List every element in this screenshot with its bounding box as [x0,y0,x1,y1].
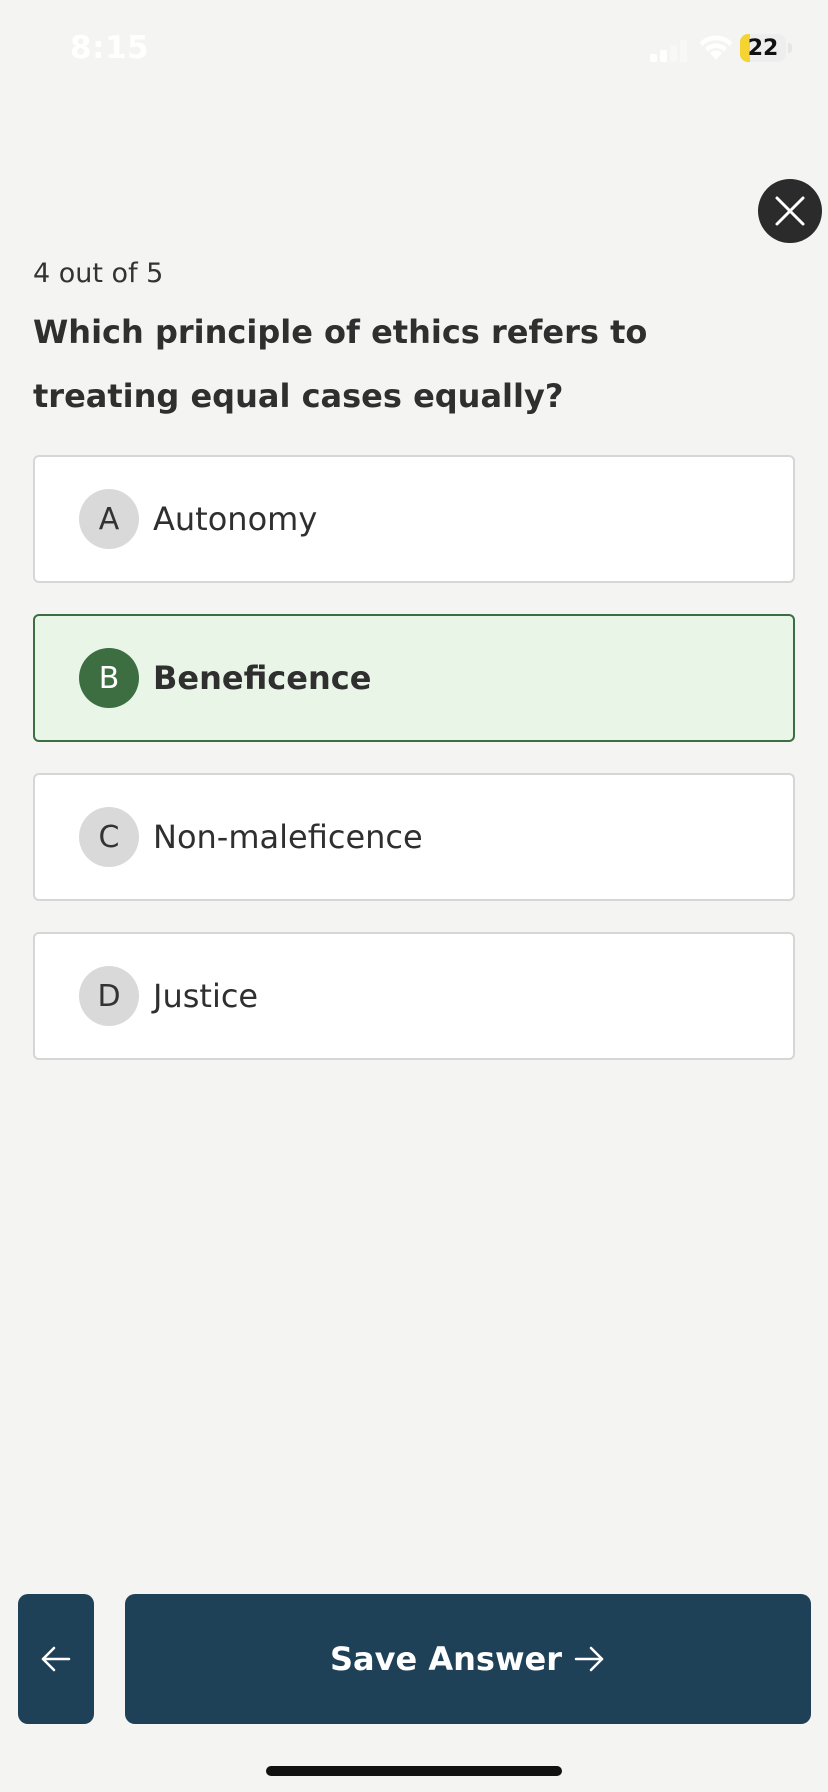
save-answer-label: Save Answer [330,1640,562,1678]
battery-level: 22 [747,35,779,61]
option-a[interactable]: A Autonomy [33,455,795,583]
signal-icon [650,40,687,62]
question-text: Which principle of ethics refers to trea… [33,313,648,415]
save-answer-button[interactable]: Save Answer [125,1594,811,1724]
close-icon [775,196,805,226]
battery-tip [788,43,792,53]
wifi-icon [699,35,733,60]
close-button[interactable] [758,179,822,243]
option-c[interactable]: C Non-maleficence [33,773,795,901]
battery-body: 22 [740,34,786,62]
arrow-right-icon [574,1646,604,1672]
back-button[interactable] [18,1594,94,1724]
answer-options: A Autonomy B Beneficence C Non-maleficen… [33,455,795,1091]
status-bar: 8:15 22 [0,0,828,100]
question-progress: 4 out of 5 [33,258,164,289]
arrow-left-icon [41,1646,71,1672]
option-label: Justice [153,977,259,1015]
option-letter-badge: B [79,648,139,708]
home-indicator [266,1766,562,1776]
option-d[interactable]: D Justice [33,932,795,1060]
status-time: 8:15 [70,30,150,66]
option-label: Non-maleficence [153,818,423,856]
option-letter-badge: A [79,489,139,549]
quiz-screen: 8:15 22 4 out of 5 Which principle of et… [0,0,828,1792]
battery-icon: 22 [740,34,792,62]
option-label: Beneficence [153,659,372,697]
option-letter-badge: D [79,966,139,1026]
option-b[interactable]: B Beneficence [33,614,795,742]
option-letter-badge: C [79,807,139,867]
option-label: Autonomy [153,500,318,538]
